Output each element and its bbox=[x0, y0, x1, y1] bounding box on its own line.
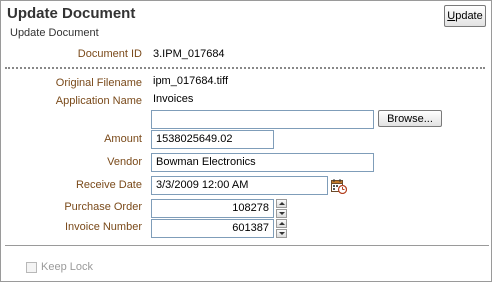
footer-divider bbox=[5, 245, 489, 246]
update-document-panel: Update Document Update Document Update D… bbox=[0, 0, 492, 282]
page-subtitle: Update Document bbox=[10, 27, 99, 39]
page-title: Update Document bbox=[7, 5, 136, 22]
amount-input[interactable]: 1538025649.02 bbox=[151, 130, 274, 149]
purchase-order-stepper[interactable] bbox=[276, 199, 287, 218]
purchase-order-label: Purchase Order bbox=[64, 201, 142, 213]
application-name-label: Application Name bbox=[55, 95, 142, 107]
invoice-number-label: Invoice Number bbox=[64, 221, 142, 233]
document-id-label: Document ID bbox=[77, 48, 142, 60]
keep-lock-checkbox[interactable] bbox=[26, 262, 37, 273]
decrement-icon[interactable] bbox=[276, 209, 287, 218]
update-button-hotkey: U bbox=[447, 10, 456, 22]
document-id-value: 3.IPM_017684 bbox=[153, 48, 225, 60]
update-button[interactable]: Update bbox=[444, 5, 486, 27]
decrement-icon[interactable] bbox=[276, 229, 287, 238]
invoice-number-stepper[interactable] bbox=[276, 219, 287, 238]
section-divider bbox=[5, 67, 485, 69]
calendar-icon[interactable] bbox=[331, 178, 347, 194]
receive-date-input[interactable]: 3/3/2009 12:00 AM bbox=[151, 176, 328, 195]
original-filename-value: ipm_017684.tiff bbox=[153, 75, 229, 87]
increment-icon[interactable] bbox=[276, 199, 287, 208]
original-filename-label: Original Filename bbox=[55, 77, 142, 89]
purchase-order-input[interactable]: 108278 bbox=[151, 199, 274, 218]
keep-lock-label: Keep Lock bbox=[41, 261, 93, 273]
file-upload-field[interactable] bbox=[151, 110, 374, 129]
invoice-number-input[interactable]: 601387 bbox=[151, 219, 274, 238]
receive-date-label: Receive Date bbox=[75, 179, 142, 191]
vendor-input[interactable]: Bowman Electronics bbox=[151, 153, 374, 172]
update-button-label: pdate bbox=[455, 10, 483, 22]
vendor-label: Vendor bbox=[107, 156, 142, 168]
browse-button[interactable]: Browse... bbox=[378, 110, 442, 127]
application-name-value: Invoices bbox=[153, 93, 194, 105]
increment-icon[interactable] bbox=[276, 219, 287, 228]
amount-label: Amount bbox=[104, 133, 142, 145]
